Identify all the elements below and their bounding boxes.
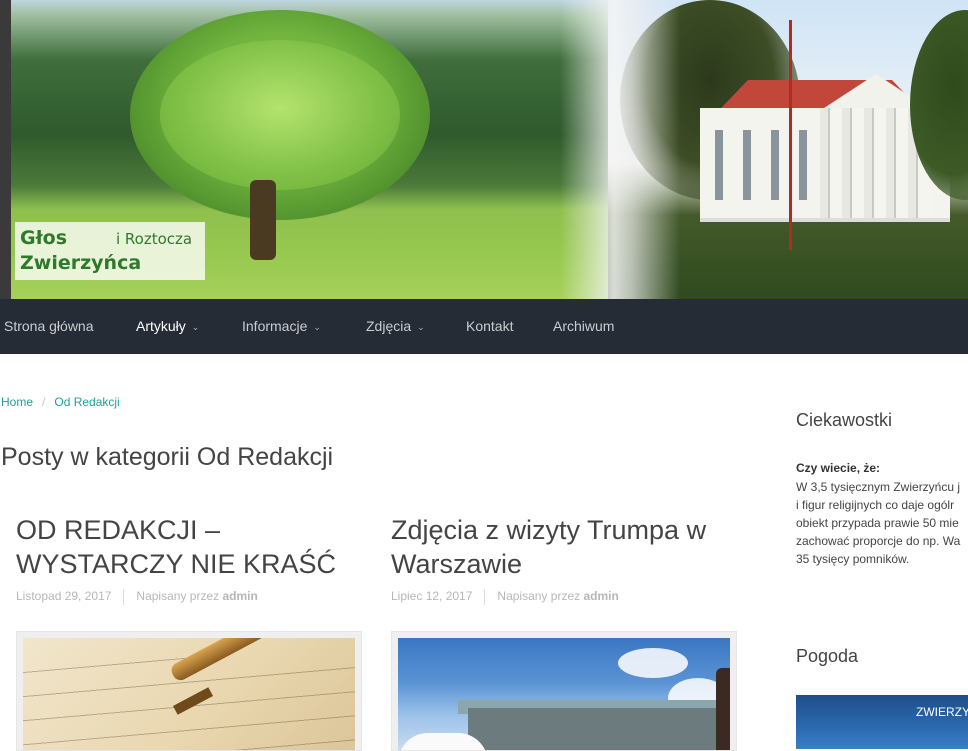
weather-location-label: ZWIERZY (916, 705, 968, 719)
palace-windows (705, 130, 815, 200)
nav-item-kontakt[interactable]: Kontakt (466, 299, 513, 354)
fact-text: W 3,5 tysięcznym Zwierzyńcu j i figur re… (796, 480, 961, 566)
nav-item-informacje[interactable]: Informacje ⌄ (242, 299, 321, 354)
warsaw-visit-image (398, 638, 730, 750)
logo-line2: Zwierzyńca (20, 252, 142, 274)
post-title-link[interactable]: Zdjęcia z wizyty Trumpa w Warszawie (391, 513, 741, 581)
weather-widget[interactable] (796, 695, 968, 749)
fountain-pen-letter-image (23, 638, 355, 750)
person-silhouette (716, 668, 730, 750)
post-meta: Listopad 29, 2017 Napisany przez admin (16, 589, 258, 605)
nav-item-label: Kontakt (466, 318, 514, 334)
chevron-down-icon: ⌄ (313, 322, 321, 332)
chevron-down-icon: ⌄ (417, 322, 425, 332)
nav-item-artykuly[interactable]: Artykuły ⌄ (136, 299, 199, 354)
building (468, 708, 728, 750)
main-nav: Strona główna Artykuły ⌄ Informacje ⌄ Zdję… (0, 299, 968, 354)
nav-item-label: Informacje (242, 318, 308, 334)
breadcrumb-home-link[interactable]: Home (1, 395, 33, 409)
logo-line1: Głos (20, 227, 68, 249)
post-author-prefix: Napisany przez (136, 589, 220, 604)
nav-item-label: Zdjęcia (366, 318, 412, 334)
post-date: Lipiec 12, 2017 (391, 589, 473, 604)
cloud (618, 648, 688, 678)
nav-item-archiwum[interactable]: Archiwum (553, 299, 614, 354)
meta-divider (484, 589, 486, 605)
widget-title-pogoda: Pogoda (796, 646, 859, 666)
banner-edge (0, 0, 11, 299)
tree-trunk (250, 180, 276, 260)
nav-item-zdjecia[interactable]: Zdjęcia ⌄ (366, 299, 425, 354)
meta-divider (123, 589, 125, 605)
post-date: Listopad 29, 2017 (16, 589, 112, 604)
nav-item-strona-glowna[interactable]: Strona główna (4, 299, 94, 354)
post-thumbnail-link[interactable] (16, 631, 362, 751)
post-author-prefix: Napisany przez (497, 589, 581, 604)
page-title: Posty w kategorii Od Redakcji (1, 443, 334, 471)
breadcrumb-current-link[interactable]: Od Redakcji (54, 395, 119, 409)
post-meta: Lipiec 12, 2017 Napisany przez admin (391, 589, 619, 605)
nav-item-label: Artykuły (136, 318, 186, 334)
chevron-down-icon: ⌄ (191, 322, 200, 332)
post-author-link[interactable]: admin (583, 589, 618, 603)
post-author-link[interactable]: admin (222, 589, 257, 603)
tree-crown-highlight (160, 40, 400, 190)
widget-title-ciekawostki: Ciekawostki (796, 410, 893, 430)
nav-item-label: Strona główna (4, 318, 94, 334)
breadcrumb-separator: / (42, 395, 46, 409)
nav-item-label: Archiwum (553, 318, 615, 334)
flagpole (789, 20, 792, 250)
breadcrumb: Home / Od Redakcji (1, 395, 120, 409)
header-banner: Głos i Roztocza Zwierzyńca (0, 0, 968, 299)
banner-fade (560, 0, 680, 299)
post-thumbnail-link[interactable] (391, 631, 737, 751)
post-title-link[interactable]: OD REDAKCJI – WYSTARCZY NIE KRAŚĆ (16, 513, 366, 581)
fact-heading: Czy wiecie, że: (796, 461, 881, 475)
logo-line1-suffix: i Roztocza (116, 230, 193, 248)
